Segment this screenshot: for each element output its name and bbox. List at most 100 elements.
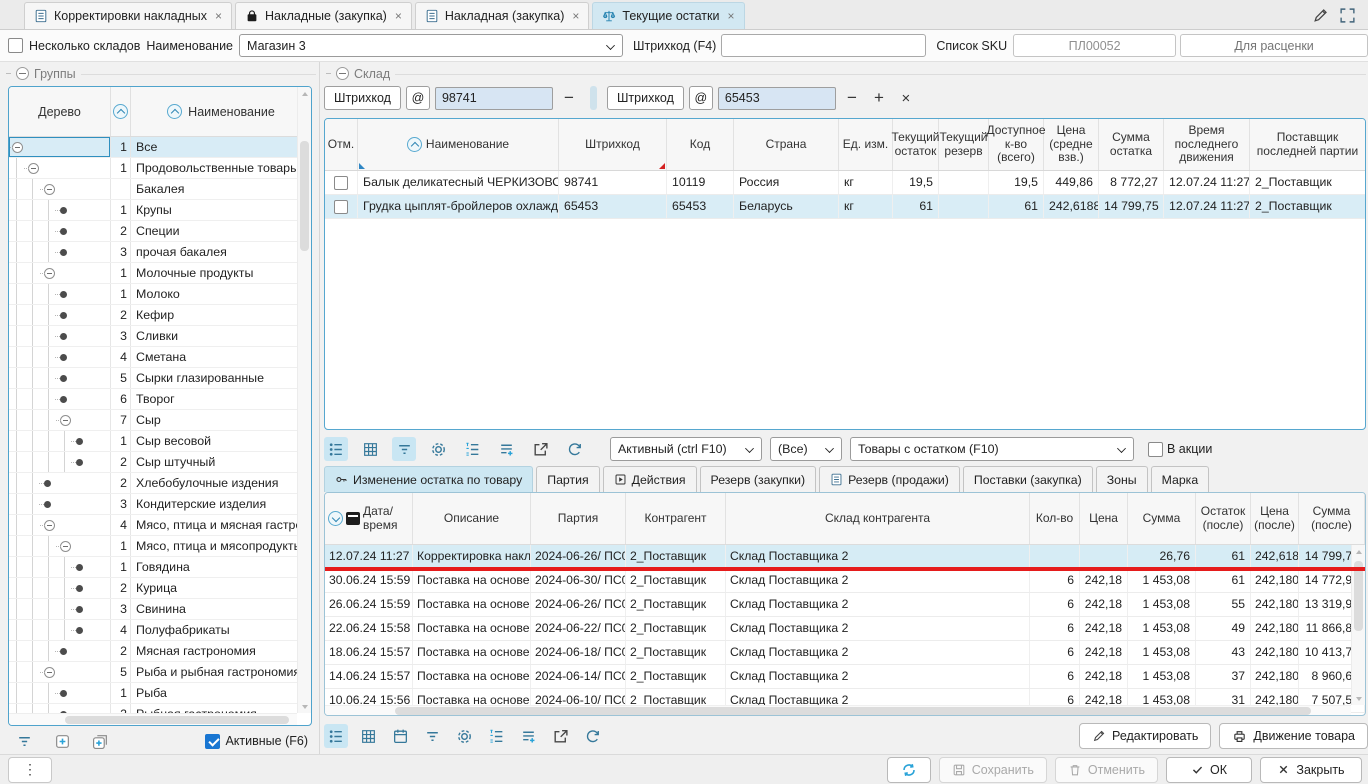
tree-vertical-scrollbar[interactable]	[297, 87, 311, 713]
column-header-qty[interactable]: Кол-во	[1030, 493, 1080, 544]
tree-row-name[interactable]: Молоко	[131, 284, 297, 304]
column-header-last-movement[interactable]: Время последнего движения	[1164, 119, 1250, 170]
tree-toggle-icon[interactable]	[44, 520, 55, 531]
sku-input[interactable]	[1013, 34, 1176, 57]
tree-horizontal-scrollbar[interactable]	[9, 713, 297, 725]
tree-row-name[interactable]: Творог	[131, 389, 297, 409]
column-header-supplier[interactable]: Поставщик последней партии	[1250, 119, 1365, 170]
tree-row-name[interactable]: Бакалея	[131, 179, 297, 199]
tree-cell[interactable]	[9, 452, 111, 472]
cancel-button[interactable]: Отменить	[1055, 757, 1158, 783]
stock-filter-select[interactable]: Товары с остатком (F10)	[850, 437, 1134, 461]
tree-row-name[interactable]: Полуфабрикаты	[131, 620, 297, 640]
warehouse-select[interactable]: Магазин 3	[239, 34, 623, 57]
tree-row[interactable]: 1 Мясо, птица и мясопродукты	[9, 536, 297, 557]
barcode-filter-button[interactable]: Штрихкод	[324, 86, 401, 110]
tab-close-icon[interactable]: ×	[572, 9, 579, 23]
tree-row[interactable]: 2 Хлебобулочные издения	[9, 473, 297, 494]
tree-row-name[interactable]: Сырки глазированные	[131, 368, 297, 388]
tree-toggle-icon[interactable]	[60, 333, 67, 340]
tree-row[interactable]: 1 Крупы	[9, 200, 297, 221]
add-icon[interactable]	[50, 729, 74, 753]
detail-tab[interactable]: Изменение остатка по товару	[324, 466, 533, 492]
tree-row-name[interactable]: Рыба и рыбная гастрономия	[131, 662, 297, 682]
product-row[interactable]: Грудка цыплят-бройлеров охлажде 65453 65…	[325, 195, 1365, 219]
list-view-icon[interactable]	[324, 437, 348, 461]
tree-cell[interactable]	[9, 347, 111, 367]
tree-toggle-icon[interactable]	[44, 501, 51, 508]
barcode-filter-value-1[interactable]: 98741	[435, 87, 553, 110]
goods-movement-button[interactable]: Движение товара	[1219, 723, 1368, 749]
scroll-up-arrow[interactable]	[298, 87, 311, 100]
sort-button[interactable]	[111, 87, 131, 136]
collapse-icon[interactable]	[336, 67, 349, 80]
tree-row-name[interactable]: Мясо, птица и мясная гастрон	[131, 515, 297, 535]
movements-horizontal-scrollbar[interactable]	[325, 705, 1351, 715]
add-filter-button[interactable]: +	[868, 88, 890, 108]
detail-tab[interactable]: Зоны	[1096, 466, 1148, 492]
product-row[interactable]: Балык деликатесный ЧЕРКИЗОВО 98741 10119…	[325, 171, 1365, 195]
tree-row[interactable]: 7 Сыр	[9, 410, 297, 431]
row-checkbox[interactable]	[334, 176, 348, 190]
tree-row[interactable]: 1 Продовольственные товары	[9, 158, 297, 179]
column-header-barcode[interactable]: Штрихкод	[559, 119, 667, 170]
tree-cell[interactable]	[9, 326, 111, 346]
tree-row[interactable]: 1 Рыба	[9, 683, 297, 704]
tree-cell[interactable]	[9, 137, 111, 157]
tree-toggle-icon[interactable]	[28, 163, 39, 174]
tree-row-name[interactable]: Сметана	[131, 347, 297, 367]
tree-cell[interactable]	[9, 368, 111, 388]
detail-tab[interactable]: Поставки (закупка)	[963, 466, 1093, 492]
tree-toggle-icon[interactable]	[76, 627, 83, 634]
tree-row-name[interactable]: Кондитерские изделия	[131, 494, 297, 514]
sort-desc-icon[interactable]	[328, 511, 343, 526]
tree-toggle-icon[interactable]	[60, 207, 67, 214]
tab[interactable]: Накладная (закупка) ×	[415, 2, 590, 29]
pencil-icon[interactable]	[1312, 7, 1329, 24]
tree-row[interactable]: 3 Свинина	[9, 599, 297, 620]
sort-asc-icon[interactable]	[167, 104, 182, 119]
tree-row-name[interactable]: Все	[131, 137, 297, 157]
tree-toggle-icon[interactable]	[60, 541, 71, 552]
tree-toggle-icon[interactable]	[76, 585, 83, 592]
scroll-thumb[interactable]	[1354, 561, 1363, 631]
movement-row[interactable]: 14.06.24 15:57 Поставка на основе наклад…	[325, 665, 1365, 689]
tree-cell[interactable]	[9, 536, 111, 556]
at-button[interactable]: @	[689, 86, 713, 110]
column-header-code[interactable]: Код	[667, 119, 734, 170]
tree-toggle-icon[interactable]	[76, 438, 83, 445]
column-header-country[interactable]: Страна	[734, 119, 839, 170]
remove-filter-button[interactable]: −	[841, 88, 863, 108]
tree-row-name[interactable]: Сыр	[131, 410, 297, 430]
tree-cell[interactable]	[9, 305, 111, 325]
pricing-input[interactable]	[1180, 34, 1368, 57]
tab[interactable]: Текущие остатки ×	[592, 2, 744, 29]
column-header-name[interactable]: Наименование	[131, 104, 311, 119]
tree-cell[interactable]	[9, 704, 111, 713]
tree-cell[interactable]	[9, 641, 111, 661]
tree-cell[interactable]	[9, 179, 111, 199]
clear-filters-button[interactable]: ×	[895, 90, 917, 107]
add-list-icon[interactable]	[516, 724, 540, 748]
tree-cell[interactable]	[9, 263, 111, 283]
at-button[interactable]: @	[406, 86, 430, 110]
sort-asc-icon[interactable]	[113, 104, 128, 119]
ok-button[interactable]: ОК	[1166, 757, 1252, 783]
tab[interactable]: Корректировки накладных ×	[24, 2, 232, 29]
promo-checkbox[interactable]	[1148, 442, 1163, 457]
collapse-icon[interactable]	[16, 67, 29, 80]
tree-row[interactable]: 6 Творог	[9, 389, 297, 410]
tree-cell[interactable]	[9, 158, 111, 178]
export-icon[interactable]	[548, 724, 572, 748]
tree-row-name[interactable]: Мясо, птица и мясопродукты	[131, 536, 297, 556]
tree-row[interactable]: 1 Сыр весовой	[9, 431, 297, 452]
detail-tab[interactable]: Марка	[1151, 466, 1210, 492]
tree-cell[interactable]	[9, 515, 111, 535]
tree-row-name[interactable]: Сыр штучный	[131, 452, 297, 472]
tree-row[interactable]: 5 Рыба и рыбная гастрономия	[9, 662, 297, 683]
expand-icon[interactable]	[1339, 7, 1356, 24]
grid-view-icon[interactable]	[358, 437, 382, 461]
tree-cell[interactable]	[9, 200, 111, 220]
tree-cell[interactable]	[9, 557, 111, 577]
status-select[interactable]: Активный (ctrl F10)	[610, 437, 762, 461]
